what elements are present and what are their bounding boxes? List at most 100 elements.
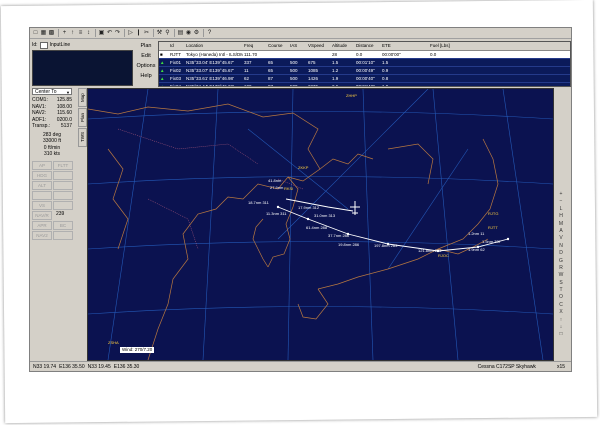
table-cell: RJTT (170, 52, 181, 57)
menu-edit[interactable]: Edit (134, 51, 158, 61)
autopilot-button[interactable] (53, 180, 73, 190)
layer-w-icon[interactable]: W (554, 272, 568, 279)
autopilot-button[interactable] (53, 170, 73, 180)
autopilot-button[interactable] (53, 200, 73, 210)
table-cell: 0.8 (382, 76, 389, 81)
table-cell: ▲ (160, 68, 165, 73)
autopilot-button[interactable] (53, 230, 73, 240)
cut-icon[interactable]: ✂ (143, 30, 150, 37)
table-cell: 2.6 (332, 84, 339, 87)
zoom-out-icon[interactable]: − (554, 198, 568, 205)
header-cell: Fuel [Lbs] (430, 43, 450, 48)
map-label: ZSHA (108, 340, 119, 345)
layer-l-icon[interactable]: L (554, 206, 568, 213)
layer-r-icon[interactable]: R (554, 265, 568, 272)
id-checkbox[interactable] (39, 41, 48, 49)
table-row[interactable]: ▲ Fix03 N35°33.61' E139°46.98' 62 87 500 1426 1… (159, 75, 570, 83)
zoom-in-icon[interactable]: + (554, 191, 568, 198)
table-cell: N35°33.07' E139°45.67' (186, 68, 234, 73)
arrow-up-icon[interactable]: ↑ (554, 317, 568, 324)
print-icon[interactable]: ▣ (98, 30, 105, 37)
tab-plan[interactable]: Plan (78, 108, 87, 127)
redo-icon[interactable]: ↷ (114, 30, 121, 37)
layer-d-icon[interactable]: D (554, 250, 568, 257)
autopilot-button[interactable]: AP (32, 160, 52, 170)
autopilot-button[interactable] (32, 190, 52, 200)
gear-icon[interactable]: ⚙ (193, 30, 200, 37)
undo-icon[interactable]: ↶ (106, 30, 113, 37)
expand-icon[interactable]: □ (554, 331, 568, 338)
arrow-down-icon[interactable]: ↓ (554, 324, 568, 331)
layer-n-icon[interactable]: N (554, 243, 568, 250)
map-label: ZHHP (346, 93, 357, 98)
map-view[interactable]: ZHHP ZKKP RJTG RKSI ZSHA RJOC RJTT 41.8nm 27.9nm… (87, 88, 554, 361)
autopilot-button[interactable]: ALT (32, 180, 52, 190)
layer-h-icon[interactable]: H (554, 213, 568, 220)
climb-icon[interactable]: ↑ (69, 30, 76, 37)
map-label: 27.9nm (270, 185, 284, 190)
table-cell: Fix03 (170, 76, 182, 81)
table-cell: 500 (290, 76, 298, 81)
table-cell: 00:00'40" (356, 76, 375, 81)
id-input[interactable]: InputLine (50, 42, 71, 48)
aircraft-icon (350, 201, 360, 215)
layer-c-icon[interactable]: C (554, 302, 568, 309)
table-cell: 1.2 (332, 68, 339, 73)
menu-options[interactable]: Options (134, 61, 158, 71)
layer-o-icon[interactable]: O (554, 294, 568, 301)
autopilot-button[interactable]: VS (32, 200, 52, 210)
table-cell: 500 (290, 60, 298, 65)
table-cell: 87 (268, 76, 274, 81)
pause-icon[interactable]: ❙ (135, 30, 142, 37)
autopilot-button[interactable] (53, 190, 73, 200)
layer-s-icon[interactable]: S (554, 280, 568, 287)
table-cell: 1.9 (332, 76, 339, 81)
autopilot-button[interactable]: NAV/R (32, 210, 52, 220)
autopilot-button[interactable]: APR (32, 220, 52, 230)
table-row[interactable]: ▲ Fix04 N35°34.44' E139°46.22' 100 87 500 2276… (159, 83, 570, 87)
window-icon[interactable]: ▤ (177, 30, 184, 37)
table-row[interactable]: ▲ Fix02 N35°33.07' E139°45.67' 11 65 500 1085 1… (159, 67, 570, 75)
autopilot-button[interactable]: NAV2 (32, 230, 52, 240)
table-header: Id Location Freq Course IAS VSpeed Altit… (159, 42, 570, 51)
menu-help[interactable]: Help (134, 71, 158, 81)
layer-a-icon[interactable]: A (554, 228, 568, 235)
save-icon[interactable]: ▩ (48, 30, 55, 37)
layer-m-icon[interactable]: M (554, 221, 568, 228)
header-cell: VSpeed (308, 43, 325, 48)
table-cell: 1.5 (332, 60, 339, 65)
tab-map[interactable]: Map (78, 88, 87, 107)
play-icon[interactable]: ▷ (127, 30, 134, 37)
add-waypoint-icon[interactable]: + (61, 30, 68, 37)
autopilot-button[interactable]: BC (53, 220, 73, 230)
radio-row[interactable]: Transp.: 5137 (32, 123, 72, 130)
split-icon[interactable]: ↕ (85, 30, 92, 37)
autopilot-button[interactable]: HDG (32, 170, 52, 180)
tab-tws[interactable]: TWS (78, 128, 87, 147)
table-row[interactable]: ▲ Fix01 N35°33.04' E139°45.67' 337 65 500 675 1… (159, 59, 570, 67)
autopilot-button[interactable]: FLTT (53, 160, 73, 170)
table-row[interactable]: ■ RJTT Tokyo (Haneda) Intl - ILS/DME 111.70… (159, 51, 570, 59)
search-icon[interactable]: ⚲ (164, 30, 171, 37)
tools-icon[interactable]: ⚒ (156, 30, 163, 37)
layer-t-icon[interactable]: T (554, 287, 568, 294)
table-cell: 1.5 (382, 60, 389, 65)
help-icon[interactable]: ? (206, 30, 213, 37)
align-icon[interactable]: ≡ (77, 30, 84, 37)
header-cell: Id (170, 43, 174, 48)
status-coord1: N33 19.74 (33, 363, 57, 370)
center-select[interactable]: Center To ▼ (32, 88, 72, 95)
course-value: 239 (56, 210, 65, 217)
toolbar: □ ▦ ▩ + ↑ ≡ ↕ ▣ ↶ ↷ ▷ ❙ ✂ ⚒ ⚲ ▤ ◉ ⚙ ? (30, 28, 571, 39)
menu-plan[interactable]: Plan (134, 41, 158, 51)
open-icon[interactable]: ▦ (40, 30, 47, 37)
layer-g-icon[interactable]: G (554, 258, 568, 265)
header-cell (159, 42, 169, 50)
center-select-value: Center To (35, 89, 57, 95)
layer-x-icon[interactable]: X (554, 309, 568, 316)
table-cell: 65 (268, 68, 274, 73)
new-icon[interactable]: □ (32, 30, 39, 37)
table-cell: 00:00'49" (356, 68, 375, 73)
layer-v-icon[interactable]: V (554, 235, 568, 242)
globe-icon[interactable]: ◉ (185, 30, 192, 37)
